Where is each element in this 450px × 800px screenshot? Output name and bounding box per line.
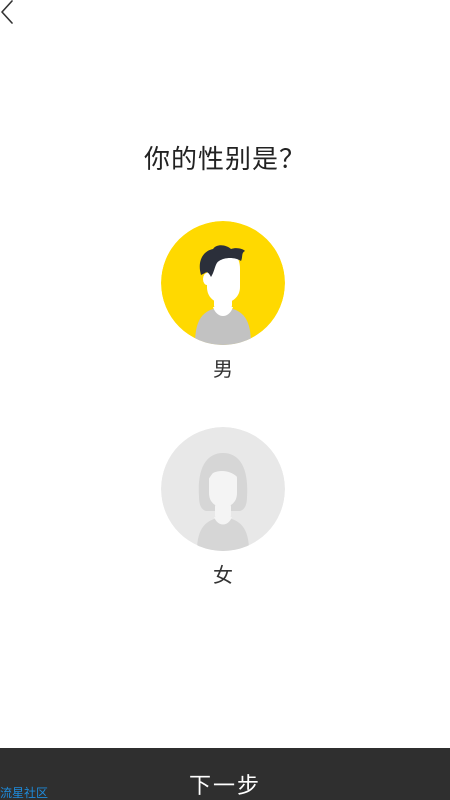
page-title: 你的性别是？	[143, 145, 306, 175]
watermark-text: 流星社区	[0, 786, 49, 800]
back-button[interactable]	[0, 0, 24, 26]
male-avatar[interactable]	[161, 221, 285, 345]
female-avatar-icon	[161, 427, 285, 551]
male-avatar-icon	[161, 221, 285, 345]
next-step-button[interactable]: 下一步	[0, 748, 450, 800]
gender-label-female: 女	[213, 563, 233, 587]
bottom-bar: 下一步 流星社区	[0, 748, 450, 800]
gender-selection-screen: 你的性别是？ 男 女 下一步 流星社区	[0, 0, 450, 800]
female-avatar[interactable]	[161, 427, 285, 551]
gender-option-male[interactable]: 男	[161, 221, 285, 381]
gender-label-male: 男	[213, 357, 233, 381]
gender-option-female[interactable]: 女	[161, 427, 285, 587]
back-chevron-icon	[1, 0, 13, 24]
